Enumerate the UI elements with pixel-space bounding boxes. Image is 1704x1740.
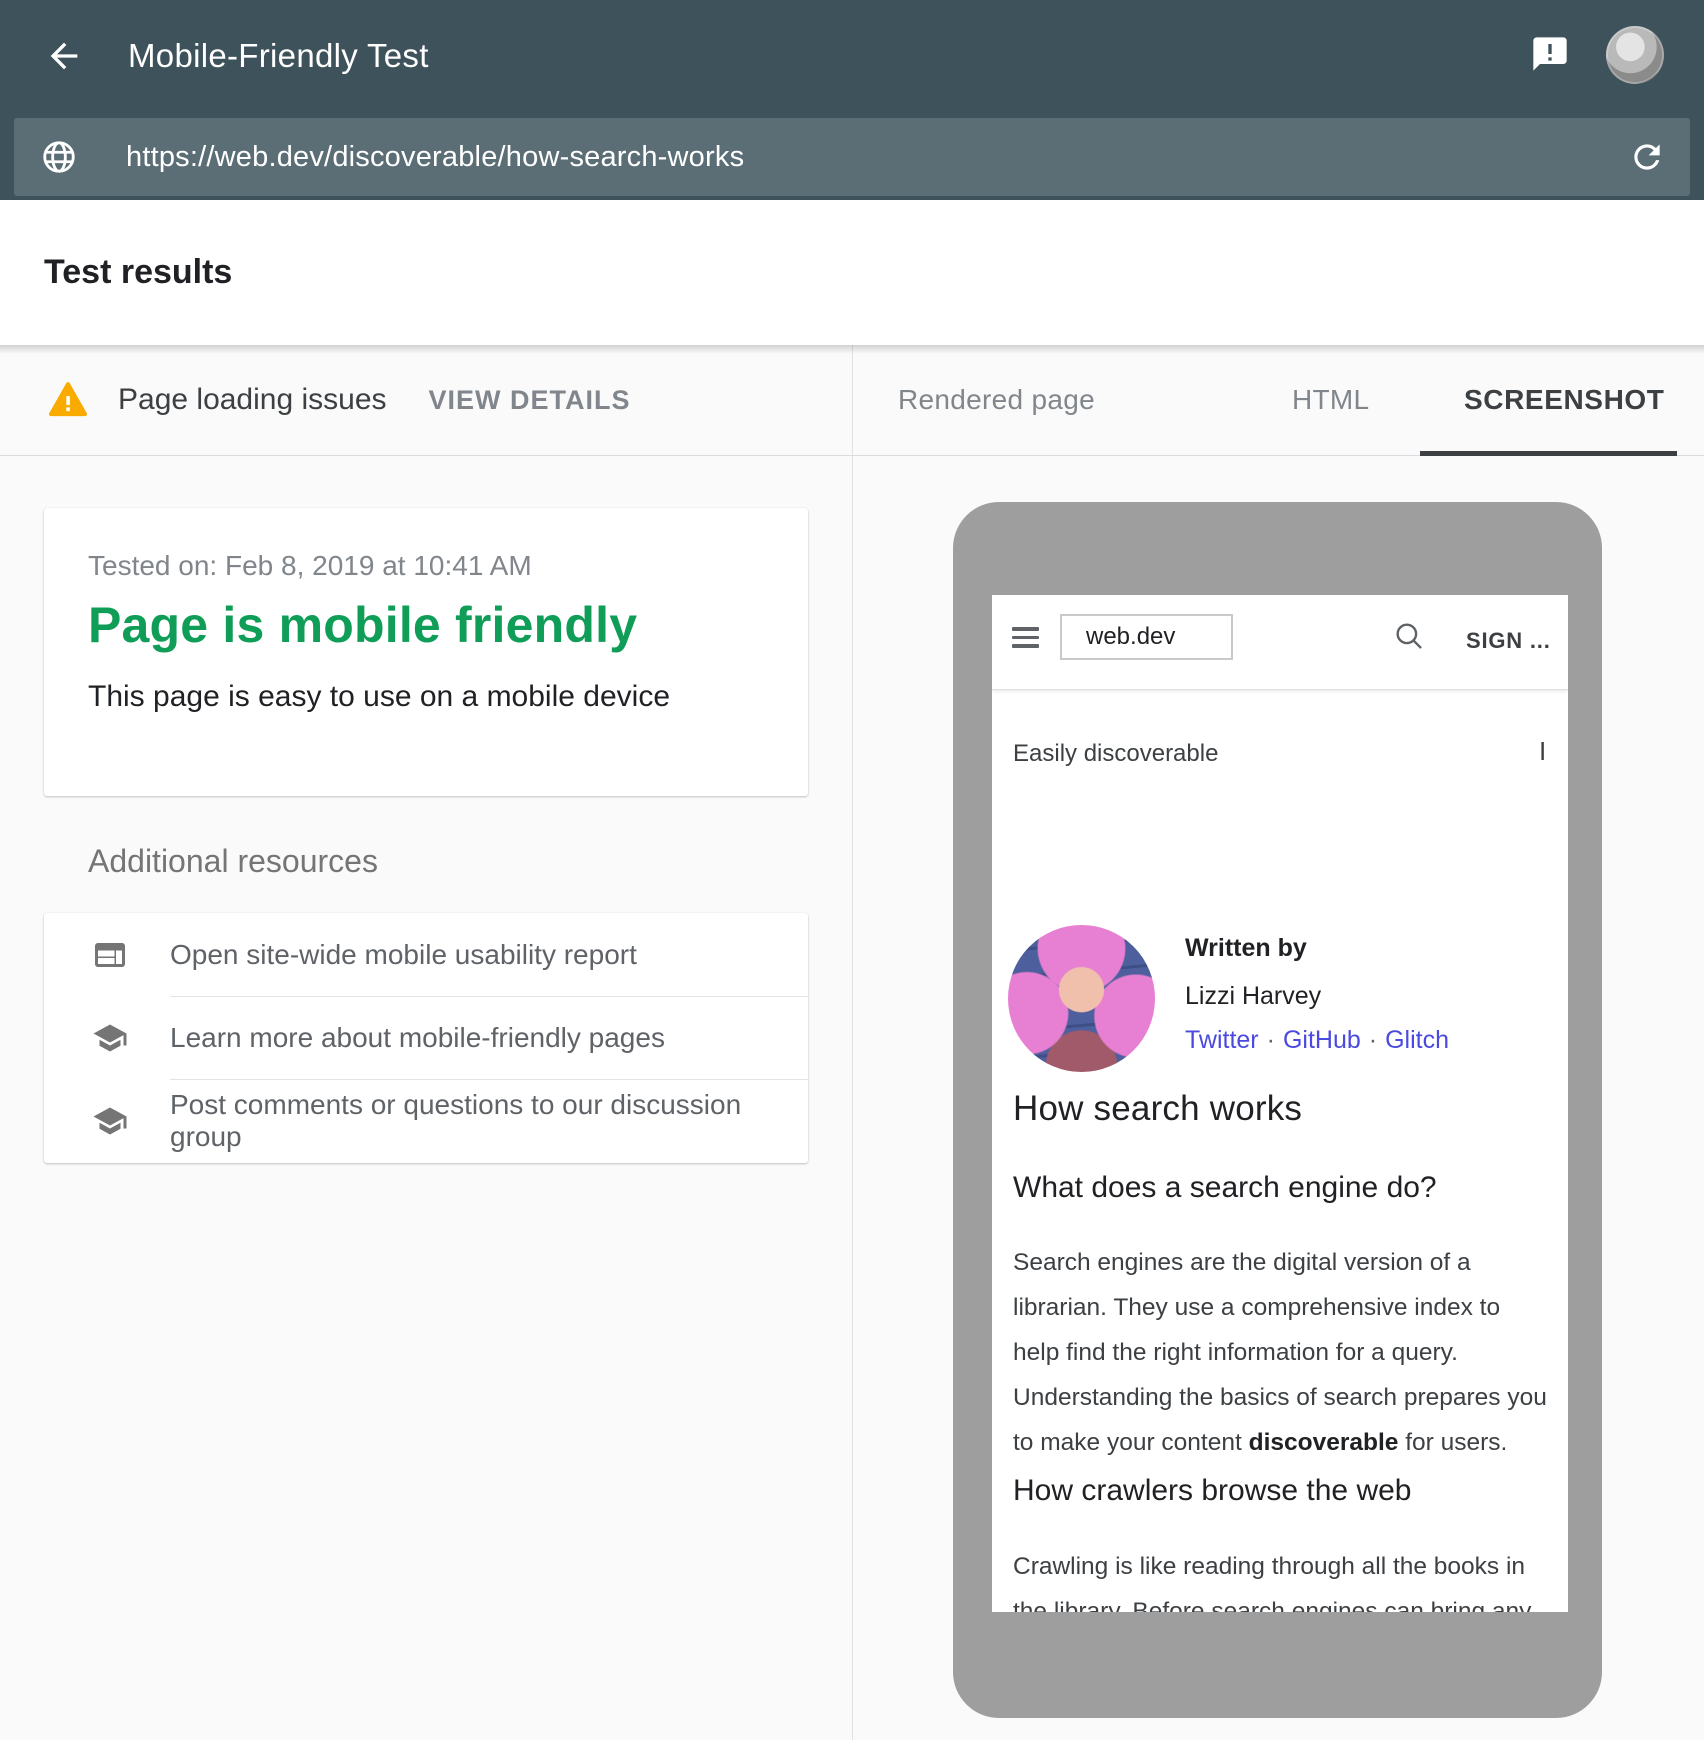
github-link: GitHub — [1283, 1026, 1361, 1054]
phone-site-field: web.dev — [1060, 614, 1233, 660]
search-icon — [1392, 619, 1426, 653]
report-icon — [92, 937, 128, 973]
article-paragraph-1: Search engines are the digital version o… — [1013, 1240, 1550, 1465]
results-band: Test results — [0, 200, 1704, 345]
link-separator: · — [1361, 1026, 1385, 1054]
warning-icon — [46, 380, 90, 420]
discoverable-bold: discoverable — [1249, 1429, 1399, 1456]
resources-card: Open site-wide mobile usability report L… — [44, 913, 808, 1163]
school-icon — [92, 1103, 128, 1139]
school-icon — [92, 1020, 128, 1056]
resource-label: Post comments or questions to our discus… — [170, 1089, 808, 1153]
resource-label: Learn more about mobile-friendly pages — [170, 1022, 665, 1054]
tested-on-label: Tested on: Feb 8, 2019 at 10:41 AM — [88, 550, 532, 582]
active-tab-indicator — [1420, 451, 1677, 456]
back-arrow-icon — [44, 63, 84, 80]
feedback-icon[interactable] — [1530, 34, 1570, 74]
main-area: Page loading issues VIEW DETAILS Rendere… — [0, 345, 1704, 1740]
back-button[interactable] — [44, 36, 84, 76]
panel-divider — [852, 345, 853, 1740]
resource-item-learn-more[interactable]: Learn more about mobile-friendly pages — [44, 996, 808, 1079]
user-avatar[interactable] — [1606, 26, 1664, 84]
page-title: Test results — [44, 200, 232, 345]
written-by-label: Written by — [1185, 934, 1307, 963]
resource-item-usability-report[interactable]: Open site-wide mobile usability report — [44, 913, 808, 996]
verdict-heading: Page is mobile friendly — [88, 596, 637, 654]
phone-nav-bar: web.dev SIGN ... — [992, 595, 1568, 690]
refresh-button[interactable] — [1628, 138, 1666, 176]
article-paragraph-2: Crawling is like reading through all the… — [1013, 1544, 1553, 1612]
globe-icon — [40, 138, 78, 176]
url-text[interactable]: https://web.dev/discoverable/how-search-… — [126, 141, 744, 174]
view-details-link[interactable]: VIEW DETAILS — [429, 385, 631, 416]
tab-html[interactable]: HTML — [1292, 345, 1369, 455]
author-avatar — [1008, 925, 1155, 1072]
app-bar: Mobile-Friendly Test https://web.dev/dis… — [0, 0, 1704, 200]
tab-rendered-page[interactable]: Rendered page — [898, 345, 1095, 455]
phone-mockup: web.dev SIGN ... Easily discoverable I W… — [953, 502, 1602, 1718]
phone-breadcrumb: Easily discoverable — [1013, 740, 1218, 768]
phone-screenshot: web.dev SIGN ... Easily discoverable I W… — [992, 595, 1568, 1612]
result-card: Tested on: Feb 8, 2019 at 10:41 AM Page … — [44, 508, 808, 796]
resource-item-discussion-group[interactable]: Post comments or questions to our discus… — [44, 1079, 808, 1162]
url-bar[interactable]: https://web.dev/discoverable/how-search-… — [14, 118, 1690, 196]
article-heading-crawlers: How crawlers browse the web — [1013, 1474, 1411, 1508]
additional-resources-heading: Additional resources — [88, 843, 378, 880]
tab-screenshot[interactable]: SCREENSHOT — [1464, 345, 1664, 455]
page-loading-issues-label: Page loading issues — [118, 383, 387, 417]
glitch-link: Glitch — [1385, 1026, 1449, 1054]
author-name: Lizzi Harvey — [1185, 982, 1321, 1011]
resource-label: Open site-wide mobile usability report — [170, 939, 637, 971]
article-title: How search works — [1013, 1089, 1302, 1129]
author-links: Twitter·GitHub·Glitch — [1185, 1026, 1449, 1055]
twitter-link: Twitter — [1185, 1026, 1259, 1054]
phone-breadcrumb-trailing: I — [1539, 736, 1546, 767]
verdict-subtitle: This page is easy to use on a mobile dev… — [88, 680, 670, 714]
sign-in-label: SIGN ... — [1466, 628, 1551, 654]
link-separator: · — [1259, 1026, 1283, 1054]
issues-toolbar: Page loading issues VIEW DETAILS — [0, 345, 631, 455]
hamburger-menu-icon — [1012, 627, 1039, 648]
article-heading-search-engine: What does a search engine do? — [1013, 1171, 1437, 1205]
app-title: Mobile-Friendly Test — [128, 36, 429, 76]
